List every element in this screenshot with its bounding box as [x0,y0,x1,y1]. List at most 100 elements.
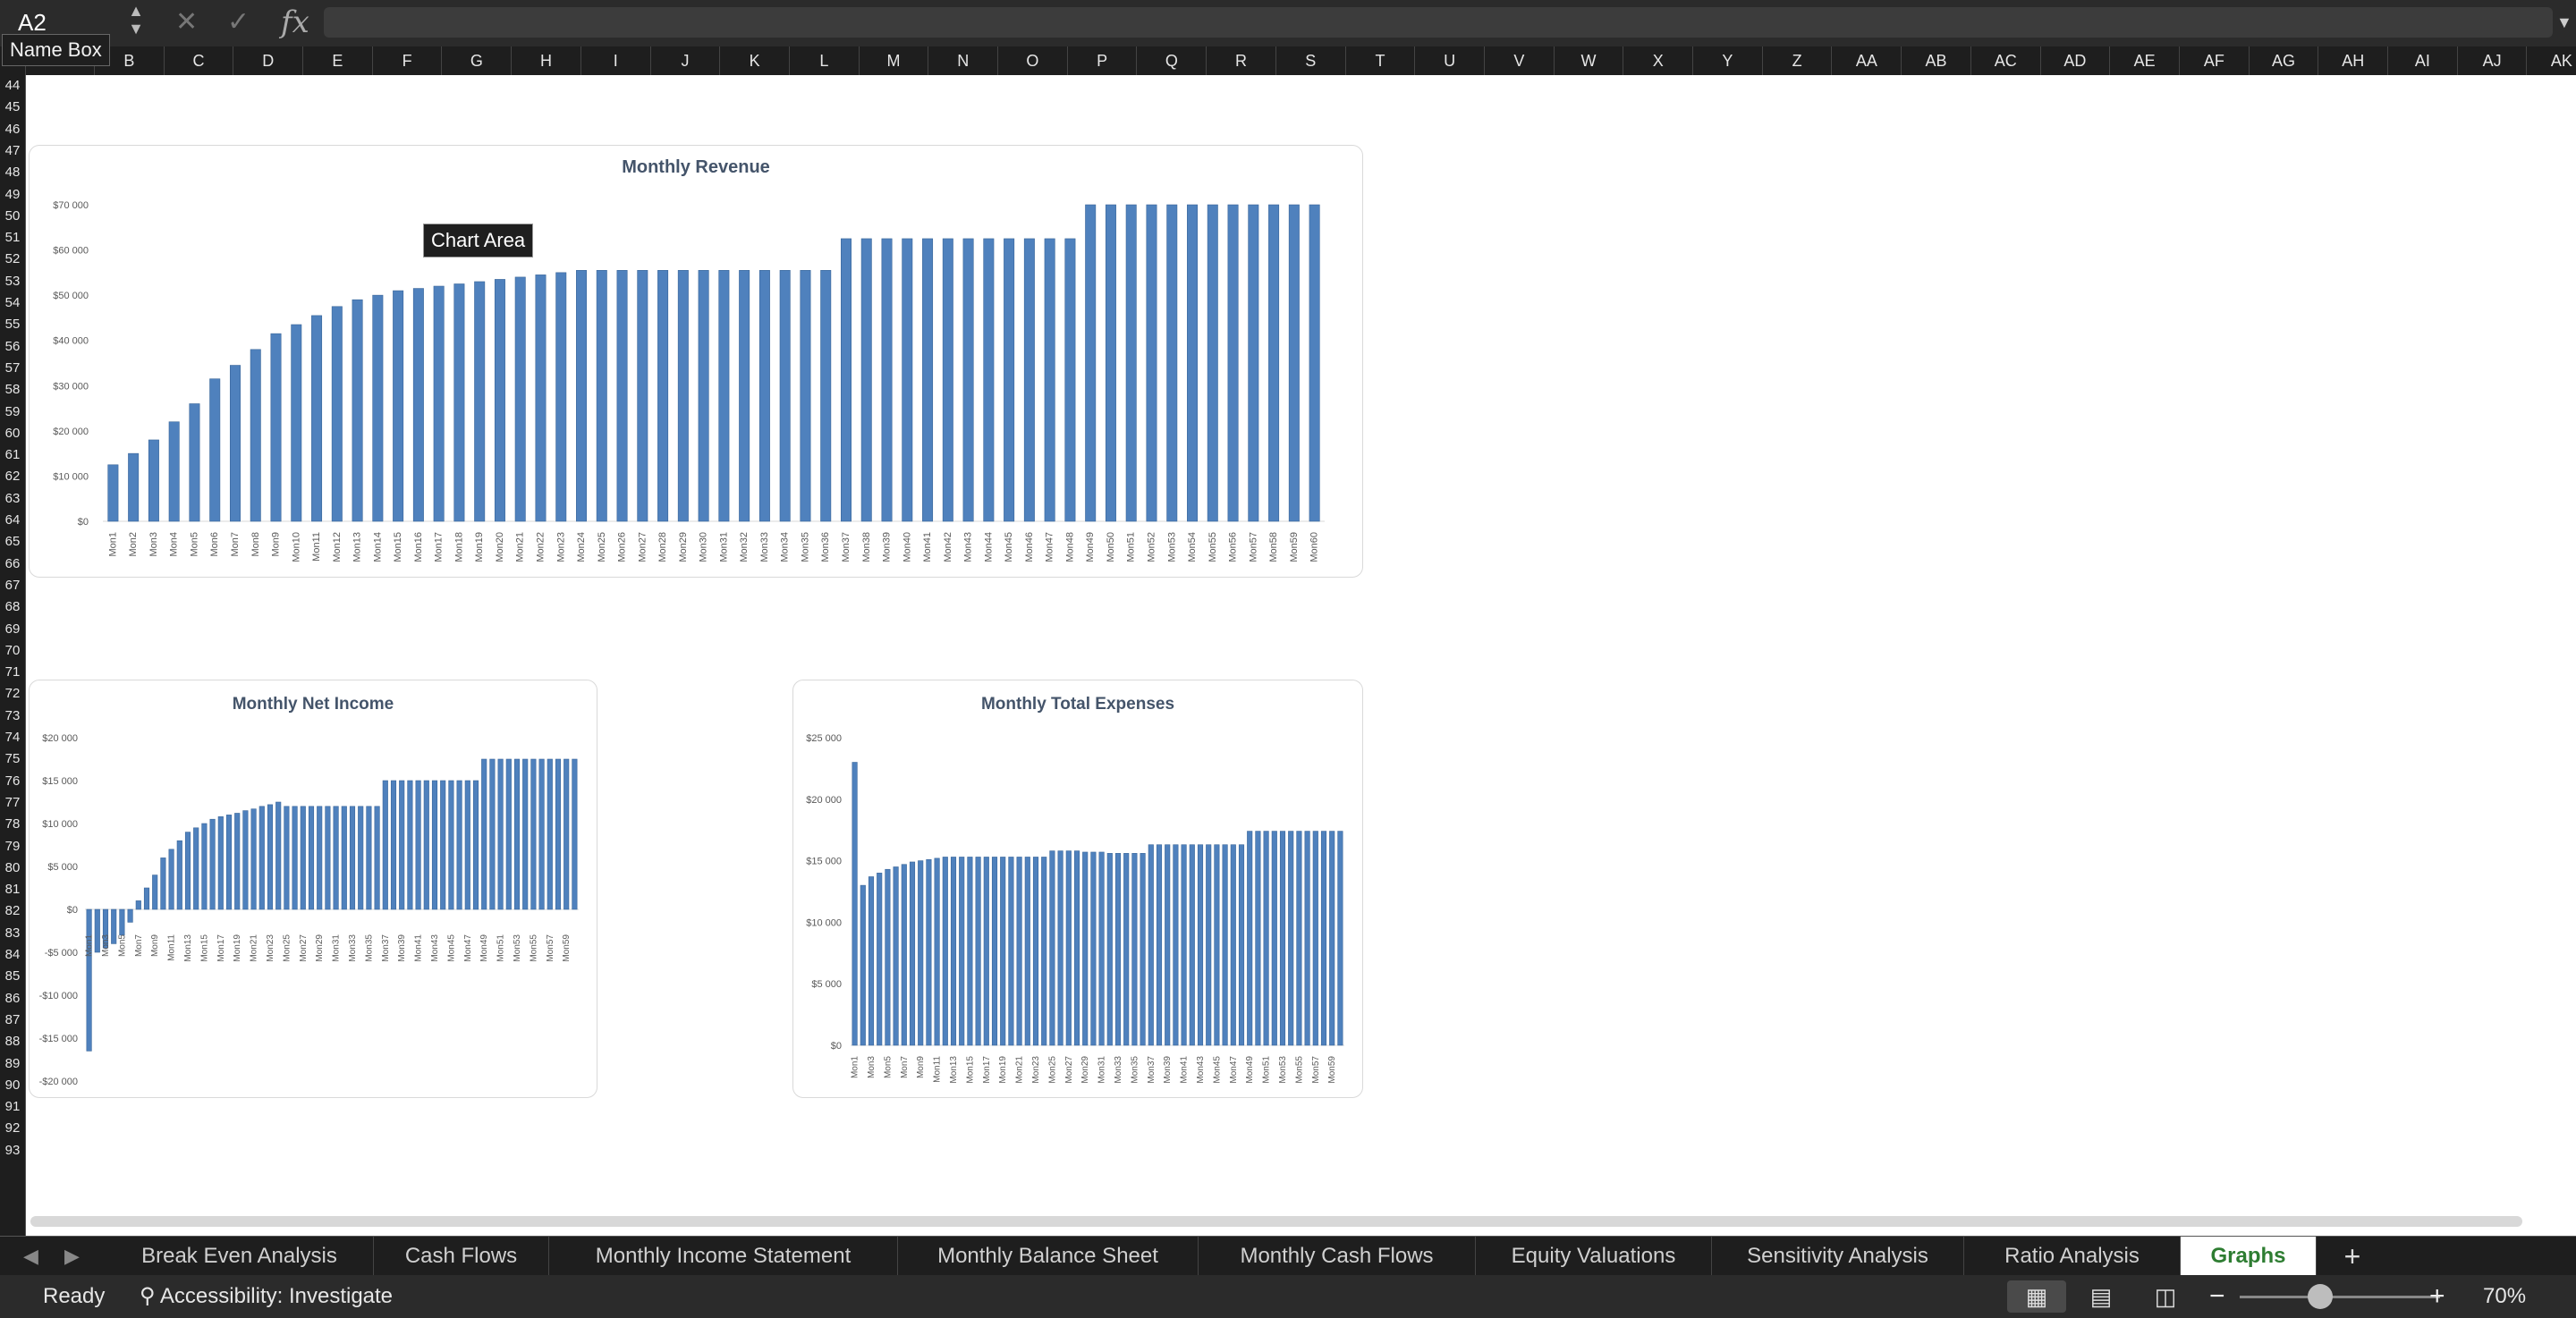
bar-mon21[interactable] [1016,857,1022,1046]
bar-mon16[interactable] [209,818,216,910]
bar-mon20[interactable] [494,279,505,522]
bar-mon34[interactable] [1123,853,1130,1046]
bar-mon51[interactable] [497,758,504,910]
column-header-t[interactable]: T [1346,46,1416,75]
bar-mon19[interactable] [1000,857,1006,1046]
column-header-f[interactable]: F [373,46,443,75]
bar-mon1[interactable] [86,908,92,1052]
bar-mon4[interactable] [111,908,117,944]
monthly-total-expenses-chart[interactable]: Monthly Total Expenses $0 $5 000 $10 000 $15… [792,680,1363,1098]
bar-mon44[interactable] [983,238,995,522]
row-header-77[interactable]: 77 [0,792,25,814]
row-header-62[interactable]: 62 [0,466,25,487]
bar-mon42[interactable] [942,238,953,522]
bar-mon46[interactable] [456,780,462,910]
bar-mon1[interactable] [107,464,119,522]
bar-mon22[interactable] [535,275,547,522]
bar-mon58[interactable] [1268,204,1280,522]
bar-mon32[interactable] [341,806,347,910]
sheet-tab-sensitivity-analysis[interactable]: Sensitivity Analysis [1712,1237,1964,1276]
bar-mon38[interactable] [1156,844,1163,1046]
bar-mon17[interactable] [217,816,224,910]
column-header-s[interactable]: S [1276,46,1346,75]
bar-mon10[interactable] [160,858,166,910]
bar-mon18[interactable] [991,857,998,1046]
row-header-57[interactable]: 57 [0,358,25,379]
bar-mon12[interactable] [331,306,343,522]
bar-mon41[interactable] [415,780,421,910]
column-header-r[interactable]: R [1207,46,1276,75]
bar-mon58[interactable] [1320,831,1327,1046]
monthly-net-income-chart[interactable]: Monthly Net Income -$20 000 -$15 000 -$10 0… [29,680,597,1098]
bar-mon43[interactable] [962,238,974,522]
bar-mon55[interactable] [1296,831,1302,1046]
bar-mon2[interactable] [94,908,100,953]
bar-mon10[interactable] [926,858,932,1046]
bar-mon38[interactable] [860,238,872,522]
column-header-ad[interactable]: AD [2041,46,2111,75]
bar-mon6[interactable] [893,866,899,1046]
bar-mon18[interactable] [453,283,465,522]
bar-mon57[interactable] [1312,831,1318,1046]
bar-mon26[interactable] [1057,850,1063,1046]
bar-mon44[interactable] [1206,844,1212,1046]
bar-mon53[interactable] [1166,204,1178,522]
bar-mon4[interactable] [168,421,180,522]
bar-mon21[interactable] [250,808,257,910]
bar-mon42[interactable] [423,780,429,910]
bar-mon11[interactable] [168,849,174,910]
row-header-55[interactable]: 55 [0,314,25,335]
bar-mon39[interactable] [1165,844,1171,1046]
column-header-o[interactable]: O [998,46,1068,75]
bar-mon54[interactable] [522,758,529,910]
bar-mon27[interactable] [300,806,306,910]
column-header-d[interactable]: D [233,46,304,75]
bar-mon51[interactable] [1125,204,1137,522]
bar-mon31[interactable] [718,270,730,522]
bar-mon52[interactable] [1271,831,1277,1046]
bar-mon39[interactable] [881,238,893,522]
bar-mon41[interactable] [922,238,934,522]
row-header-60[interactable]: 60 [0,423,25,444]
row-header-47[interactable]: 47 [0,140,25,162]
column-header-af[interactable]: AF [2180,46,2250,75]
column-header-i[interactable]: I [581,46,651,75]
bar-mon42[interactable] [1189,844,1195,1046]
bar-mon28[interactable] [308,806,315,910]
row-header-70[interactable]: 70 [0,640,25,662]
bar-mon26[interactable] [616,270,628,522]
row-header-75[interactable]: 75 [0,748,25,770]
bar-mon14[interactable] [372,294,384,522]
page-break-button[interactable]: ◫ [2136,1280,2195,1313]
bar-mon18[interactable] [225,815,233,910]
bar-mon49[interactable] [1085,204,1097,522]
bar-mon23[interactable] [267,804,274,910]
bar-mon58[interactable] [555,758,562,910]
bar-mon36[interactable] [1140,853,1146,1046]
bar-mon49[interactable] [481,758,487,910]
bar-mon45[interactable] [1214,844,1220,1046]
row-header-85[interactable]: 85 [0,966,25,987]
bar-mon38[interactable] [390,780,397,910]
row-header-79[interactable]: 79 [0,836,25,858]
bar-mon10[interactable] [291,324,302,522]
bar-mon12[interactable] [942,857,948,1046]
bar-mon30[interactable] [698,270,709,522]
bar-mon36[interactable] [820,270,832,522]
bar-mon7[interactable] [229,365,241,522]
sheet-tab-cash-flows[interactable]: Cash Flows [374,1237,549,1276]
bar-mon11[interactable] [934,858,940,1046]
bar-mon55[interactable] [1207,204,1218,522]
row-header-56[interactable]: 56 [0,336,25,358]
tab-next-icon[interactable]: ▶ [64,1237,80,1276]
row-header-50[interactable]: 50 [0,206,25,227]
bar-mon52[interactable] [1146,204,1157,522]
row-header-65[interactable]: 65 [0,531,25,553]
bar-mon17[interactable] [983,857,989,1046]
cancel-icon[interactable]: ✕ [175,5,198,39]
bar-mon25[interactable] [596,270,607,522]
row-header-48[interactable]: 48 [0,162,25,183]
column-header-m[interactable]: M [860,46,929,75]
column-header-n[interactable]: N [928,46,999,75]
row-header-80[interactable]: 80 [0,858,25,879]
